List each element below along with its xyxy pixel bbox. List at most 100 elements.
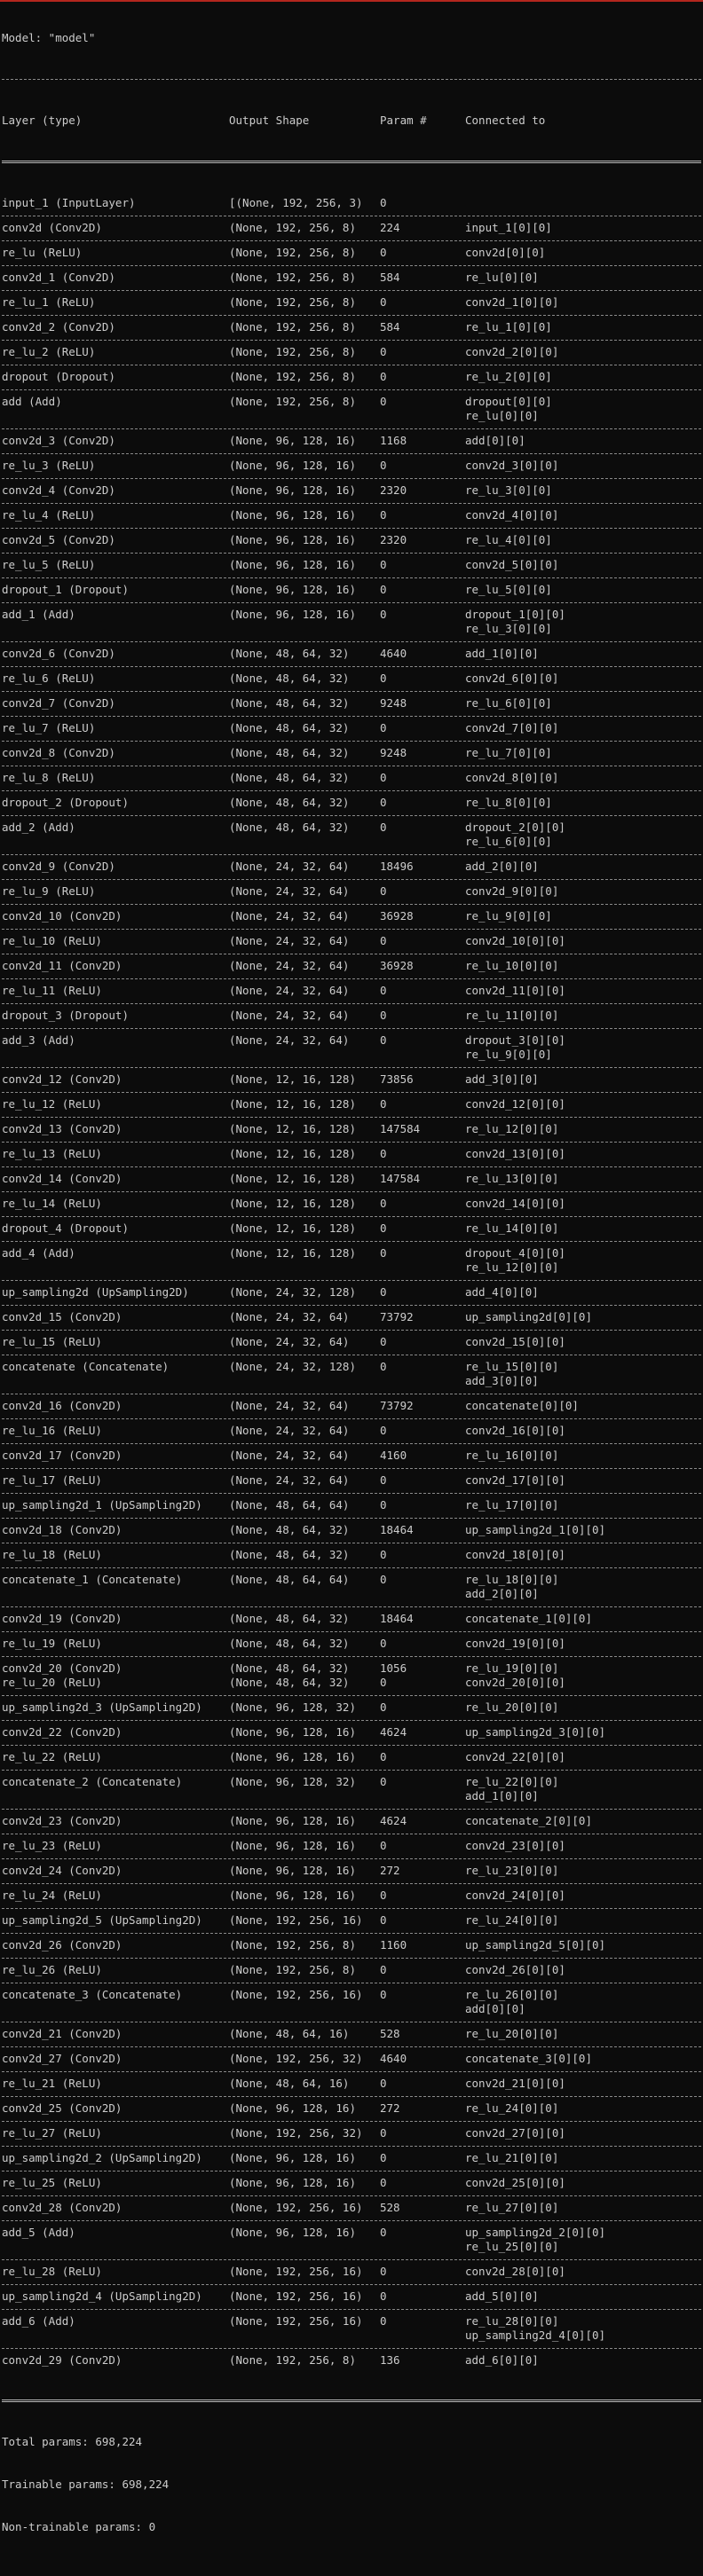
param-count: 36928: [380, 959, 414, 972]
table-row: dropout_3 (Dropout) (None, 24, 32, 64) 0 re…: [2, 1009, 701, 1023]
param-count: 0: [380, 395, 387, 408]
layer-name: re_lu_14 (ReLU): [2, 1197, 102, 1210]
layer-name: dropout_3 (Dropout): [2, 1009, 129, 1022]
connected-to: concatenate_1[0][0]: [465, 1612, 698, 1626]
connection-ref: conv2d_12[0][0]: [465, 1097, 565, 1111]
table-row: conv2d_29 (Conv2D) (None, 192, 256, 8) 136…: [2, 2353, 701, 2368]
layer-name: conv2d_22 (Conv2D): [2, 1725, 122, 1739]
param-count: 2320: [380, 533, 407, 546]
row-separator: [2, 2140, 701, 2151]
output-shape: (None, 48, 64, 32): [229, 647, 350, 660]
layer-name: dropout_4 (Dropout): [2, 1221, 129, 1235]
param-count: 1056: [380, 1661, 407, 1675]
param-count: 0: [380, 583, 387, 596]
row-separator: [2, 2116, 701, 2126]
param-count: 528: [380, 2201, 400, 2214]
connected-to: re_lu_27[0][0]: [465, 2201, 698, 2215]
connection-ref: re_lu_5[0][0]: [465, 583, 552, 596]
layer-name: concatenate (Concatenate): [2, 1360, 170, 1373]
table-row: up_sampling2d_4 (UpSampling2D) (None, 192…: [2, 2289, 701, 2304]
param-count: 4640: [380, 647, 407, 660]
layer-name: re_lu_11 (ReLU): [2, 984, 102, 997]
connection-ref: dropout_3[0][0]: [465, 1033, 565, 1047]
connected-to: add_3[0][0]: [465, 1072, 698, 1087]
param-count: 0: [380, 884, 387, 898]
connection-ref: conv2d_28[0][0]: [465, 2265, 565, 2278]
layer-name: concatenate_1 (Concatenate): [2, 1573, 183, 1586]
table-row: add_3 (Add) (None, 24, 32, 64) 0 dropout_3[…: [2, 1033, 701, 1062]
row-separator: [2, 760, 701, 771]
param-count: 0: [380, 295, 387, 309]
param-count: 0: [380, 1700, 387, 1714]
connection-ref: re_lu_27[0][0]: [465, 2201, 559, 2214]
table-row: conv2d_23 (Conv2D) (None, 96, 128, 16) 462…: [2, 1814, 701, 1828]
connection-ref: conv2d[0][0]: [465, 246, 546, 259]
table-row: conv2d_11 (Conv2D) (None, 24, 32, 64) 3692…: [2, 959, 701, 973]
row-separator: [2, 547, 701, 558]
connection-ref: re_lu_10[0][0]: [465, 959, 559, 972]
param-count: 9248: [380, 696, 407, 710]
non-trainable-params: Non-trainable params: 0: [2, 2520, 156, 2533]
output-shape: (None, 96, 128, 16): [229, 459, 356, 472]
console-output: Model: "model" Layer (type) Output Shape…: [2, 3, 701, 2549]
output-shape: (None, 24, 32, 64): [229, 909, 350, 923]
output-shape: (None, 48, 64, 32): [229, 821, 350, 834]
param-count: 147584: [380, 1122, 421, 1135]
row-separator: [2, 2041, 701, 2052]
table-row: re_lu_2 (ReLU) (None, 192, 256, 8) 0 conv2d…: [2, 345, 701, 359]
connected-to: conv2d[0][0]: [465, 246, 698, 260]
table-row: add_1 (Add) (None, 96, 128, 16) 0 dropout_1…: [2, 608, 701, 636]
connected-to: conv2d_19[0][0]: [465, 1637, 698, 1651]
connected-to: re_lu_16[0][0]: [465, 1449, 698, 1463]
table-row: concatenate_3 (Concatenate) (None, 192, 2…: [2, 1988, 701, 2016]
connected-to: conv2d_15[0][0]: [465, 1335, 698, 1349]
row-separator: [2, 310, 701, 320]
row-separator: [2, 1828, 701, 1839]
connected-to: up_sampling2d_3[0][0]: [465, 1725, 698, 1740]
connection-ref: re_lu_6[0][0]: [465, 835, 552, 848]
output-shape: (None, 12, 16, 128): [229, 1147, 356, 1160]
param-count: 0: [380, 2126, 387, 2140]
row-separator: [2, 597, 701, 608]
connected-to: conv2d_24[0][0]: [465, 1889, 698, 1903]
connection-ref: conv2d_15[0][0]: [465, 1335, 565, 1348]
param-count: 584: [380, 320, 400, 334]
output-shape: (None, 96, 128, 16): [229, 508, 356, 522]
table-row: concatenate_1 (Concatenate) (None, 48, 64…: [2, 1573, 701, 1601]
table-row: re_lu_18 (ReLU) (None, 48, 64, 32) 0 conv2d…: [2, 1548, 701, 1562]
table-row: conv2d_8 (Conv2D) (None, 48, 64, 32) 9248 r…: [2, 746, 701, 760]
param-count: 147584: [380, 1172, 421, 1185]
output-shape: (None, 192, 256, 16): [229, 2314, 363, 2328]
output-shape: (None, 96, 128, 32): [229, 1775, 356, 1788]
connection-ref: conv2d_18[0][0]: [465, 1548, 565, 1561]
param-count: 0: [380, 508, 387, 522]
connected-to: concatenate[0][0]: [465, 1399, 698, 1413]
layer-name: concatenate_3 (Concatenate): [2, 1988, 183, 2001]
param-count: 0: [380, 1360, 387, 1373]
row-separator: [2, 2091, 701, 2101]
connection-ref: conv2d_4[0][0]: [465, 508, 559, 522]
param-count: 0: [380, 1147, 387, 1160]
connected-to: dropout_3[0][0] re_lu_9[0][0]: [465, 1033, 698, 1062]
row-separator: [2, 1062, 701, 1072]
table-row: conv2d_22 (Conv2D) (None, 96, 128, 16) 462…: [2, 1725, 701, 1740]
connected-to: re_lu_28[0][0] up_sampling2d_4[0][0]: [465, 2314, 698, 2343]
row-separator: [2, 785, 701, 796]
trainable-params: Trainable params: 698,224: [2, 2478, 170, 2491]
output-shape: (None, 24, 32, 64): [229, 1424, 350, 1437]
connected-to: conv2d_23[0][0]: [465, 1839, 698, 1853]
table-row: re_lu_10 (ReLU) (None, 24, 32, 64) 0 conv2d…: [2, 934, 701, 948]
row-separator: [2, 711, 701, 721]
output-shape: (None, 24, 32, 64): [229, 1473, 350, 1487]
connected-to: add_5[0][0]: [465, 2289, 698, 2304]
connection-ref: conv2d_17[0][0]: [465, 1473, 565, 1487]
layer-name: add_2 (Add): [2, 821, 75, 834]
layer-name: re_lu_24 (ReLU): [2, 1889, 102, 1902]
connection-ref: re_lu_8[0][0]: [465, 796, 552, 809]
connection-ref: conv2d_23[0][0]: [465, 1839, 565, 1852]
table-row: re_lu_23 (ReLU) (None, 96, 128, 16) 0 conv2…: [2, 1839, 701, 1853]
connected-to: [465, 196, 698, 210]
output-shape: (None, 96, 128, 16): [229, 1839, 356, 1852]
table-row: conv2d_17 (Conv2D) (None, 24, 32, 64) 4160…: [2, 1449, 701, 1463]
header-connected-to: Connected to: [465, 114, 546, 127]
